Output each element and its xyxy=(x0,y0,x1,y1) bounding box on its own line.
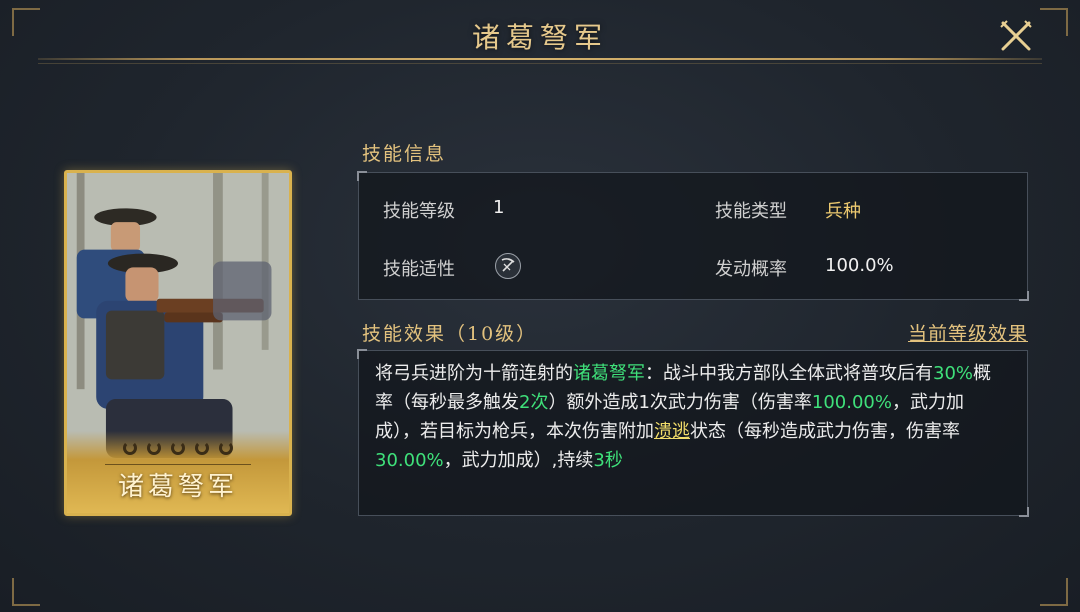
effect-text-part: 将弓兵进阶为十箭连射的 xyxy=(375,363,573,384)
skill-level-label: 技能等级 xyxy=(383,201,455,222)
level-ring-icon xyxy=(147,441,161,455)
crossbow-icon[interactable] xyxy=(495,253,521,279)
max-trigger-highlight: 2次 xyxy=(519,392,549,413)
effect-text-part: ，武力加成）,持续 xyxy=(443,450,594,471)
skill-level-value: 1 xyxy=(493,197,505,218)
level-ring-icon xyxy=(195,441,209,455)
crossed-swords-close-icon xyxy=(1000,20,1032,51)
skill-info-panel: 技能等级 1 技能类型 兵种 技能适性 发动概率 100.0% xyxy=(357,171,1029,301)
level-ring-icon xyxy=(219,441,233,455)
skill-effect-panel: 将弓兵进阶为十箭连射的诸葛弩军：战斗中我方部队全体武将普攻后有30%概率（每秒最… xyxy=(357,349,1029,517)
skill-aptitude-label: 技能适性 xyxy=(383,259,455,280)
card-level-rings xyxy=(67,440,289,459)
effect-text-part: ：战斗中我方部队全体武将普攻后有 xyxy=(645,363,933,384)
skill-effect-description: 将弓兵进阶为十箭连射的诸葛弩军：战斗中我方部队全体武将普攻后有30%概率（每秒最… xyxy=(375,359,1007,475)
level-ring-icon xyxy=(171,441,185,455)
dot-rate-highlight: 30.00% xyxy=(375,450,444,471)
skill-effect-heading: 技能效果（10级） xyxy=(362,323,538,345)
unit-card: 诸葛弩军 xyxy=(64,170,292,516)
damage-rate-highlight: 100.00% xyxy=(811,392,892,413)
current-level-effect-link[interactable]: 当前等级效果 xyxy=(908,319,1028,346)
duration-highlight: 3秒 xyxy=(593,450,623,471)
rout-status-link[interactable]: 溃逃 xyxy=(654,421,690,442)
unit-name-highlight: 诸葛弩军 xyxy=(573,363,645,384)
trigger-rate-value: 100.0% xyxy=(825,255,894,276)
level-ring-icon xyxy=(123,441,137,455)
effect-text-part: ）额外造成1次武力伤害（伤害率 xyxy=(548,392,812,413)
trigger-rate-label: 发动概率 xyxy=(715,259,787,280)
skill-type-value: 兵种 xyxy=(825,201,861,222)
frame-corner-bottom-left xyxy=(12,578,40,606)
chance-highlight: 30% xyxy=(933,363,974,384)
skill-info-heading: 技能信息 xyxy=(362,143,447,165)
crossbow-glyph xyxy=(501,258,515,272)
close-button[interactable] xyxy=(998,18,1034,54)
window-title: 诸葛弩军 xyxy=(471,21,608,54)
card-unit-name: 诸葛弩军 xyxy=(117,472,238,502)
effect-text-part: 状态（每秒造成武力伤害，伤害率 xyxy=(690,421,960,442)
frame-corner-bottom-right xyxy=(1040,578,1068,606)
header-divider-thin xyxy=(38,63,1042,64)
skill-type-label: 技能类型 xyxy=(715,201,787,222)
card-name-divider xyxy=(105,464,251,465)
header-divider xyxy=(38,58,1042,60)
